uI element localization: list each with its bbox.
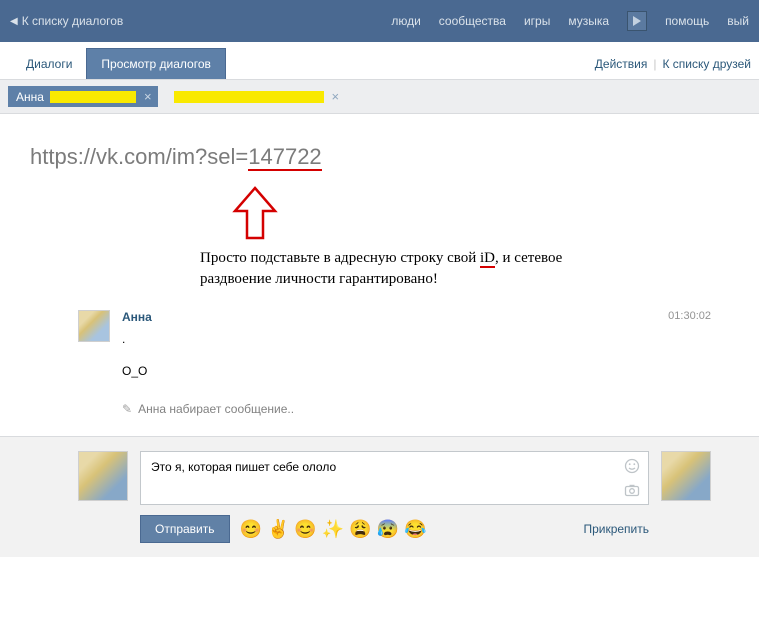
topbar: ◀ К списку диалогов люди сообщества игры… xyxy=(0,0,759,42)
tab-dialogs[interactable]: Диалоги xyxy=(12,49,86,79)
emoji[interactable]: 😊 xyxy=(240,519,262,540)
tab-view-dialogs[interactable]: Просмотр диалогов xyxy=(86,48,226,79)
message-author[interactable]: Анна xyxy=(122,310,152,324)
emoji[interactable]: 😊 xyxy=(294,519,316,540)
actions-link[interactable]: Действия xyxy=(595,57,648,71)
nav-help[interactable]: помощь xyxy=(665,14,709,28)
nav-music[interactable]: музыка xyxy=(568,14,609,28)
url-prefix: https://vk.com/im?sel= xyxy=(30,144,248,169)
pencil-icon: ✎ xyxy=(122,402,132,416)
chevron-left-icon: ◀ xyxy=(10,16,18,27)
nav-games[interactable]: игры xyxy=(524,14,550,28)
redacted-surname xyxy=(50,91,136,103)
emoji[interactable]: 😩 xyxy=(349,519,371,540)
emoji-picker: 😊 ✌️ 😊 ✨ 😩 😰 😂 xyxy=(240,519,427,540)
message-text-2: О_О xyxy=(122,364,711,378)
nav-people[interactable]: люди xyxy=(391,14,420,28)
nav-communities[interactable]: сообщества xyxy=(439,14,506,28)
typing-indicator: ✎ Анна набирает сообщение.. xyxy=(122,402,711,416)
messages-area: Анна 01:30:02 . О_О ✎ Анна набирает сооб… xyxy=(0,180,759,436)
arrow-up-icon xyxy=(230,186,280,244)
composer-actions: Отправить 😊 ✌️ 😊 ✨ 😩 😰 😂 Прикрепить xyxy=(140,515,649,543)
smiley-icon[interactable] xyxy=(624,458,640,474)
play-button[interactable] xyxy=(627,11,647,31)
conversation-tab[interactable]: × xyxy=(166,86,346,107)
topbar-nav: люди сообщества игры музыка помощь вый xyxy=(391,11,749,31)
emoji[interactable]: ✨ xyxy=(322,519,344,540)
send-button[interactable]: Отправить xyxy=(140,515,230,543)
separator: | xyxy=(653,57,656,71)
attach-link[interactable]: Прикрепить xyxy=(583,522,649,536)
close-icon[interactable]: × xyxy=(142,89,154,104)
emoji[interactable]: 😂 xyxy=(404,519,426,540)
url-example: https://vk.com/im?sel=147722 xyxy=(30,144,729,170)
avatar[interactable] xyxy=(78,310,110,342)
message-input-box xyxy=(140,451,649,505)
annotation-overlay: https://vk.com/im?sel=147722 Просто подс… xyxy=(0,114,759,180)
conversation-tab-active[interactable]: Анна × xyxy=(8,86,158,107)
nav-logout[interactable]: вый xyxy=(727,14,749,28)
tabbar-actions: Действия | К списку друзей xyxy=(595,57,751,79)
camera-icon[interactable] xyxy=(624,482,640,498)
composer: Отправить 😊 ✌️ 😊 ✨ 😩 😰 😂 Прикрепить xyxy=(0,436,759,557)
url-id: 147722 xyxy=(248,144,321,171)
back-to-dialogs-link[interactable]: ◀ К списку диалогов xyxy=(10,14,123,28)
message-text-1: . xyxy=(122,332,711,346)
tabbar: Диалоги Просмотр диалогов Действия | К с… xyxy=(0,44,759,80)
redacted-name xyxy=(174,91,324,103)
conversation-name: Анна xyxy=(16,90,44,104)
message-input[interactable] xyxy=(151,460,588,474)
emoji[interactable]: ✌️ xyxy=(267,519,289,540)
conversations-bar: Анна × × xyxy=(0,80,759,114)
avatar[interactable] xyxy=(78,451,128,501)
back-label: К списку диалогов xyxy=(22,14,124,28)
message-time: 01:30:02 xyxy=(668,310,711,322)
play-icon xyxy=(633,16,641,26)
message-body: Анна 01:30:02 . О_О ✎ Анна набирает сооб… xyxy=(122,310,711,416)
composer-column: Отправить 😊 ✌️ 😊 ✨ 😩 😰 😂 Прикрепить xyxy=(140,451,649,543)
friends-list-link[interactable]: К списку друзей xyxy=(662,57,751,71)
annotation-text: Просто подставьте в адресную строку свой… xyxy=(200,248,600,290)
avatar[interactable] xyxy=(661,451,711,501)
typing-text: Анна набирает сообщение.. xyxy=(138,402,294,416)
message-row: Анна 01:30:02 . О_О ✎ Анна набирает сооб… xyxy=(78,310,711,416)
composer-side-icons xyxy=(624,458,640,498)
emoji[interactable]: 😰 xyxy=(377,519,399,540)
close-icon[interactable]: × xyxy=(330,89,342,104)
